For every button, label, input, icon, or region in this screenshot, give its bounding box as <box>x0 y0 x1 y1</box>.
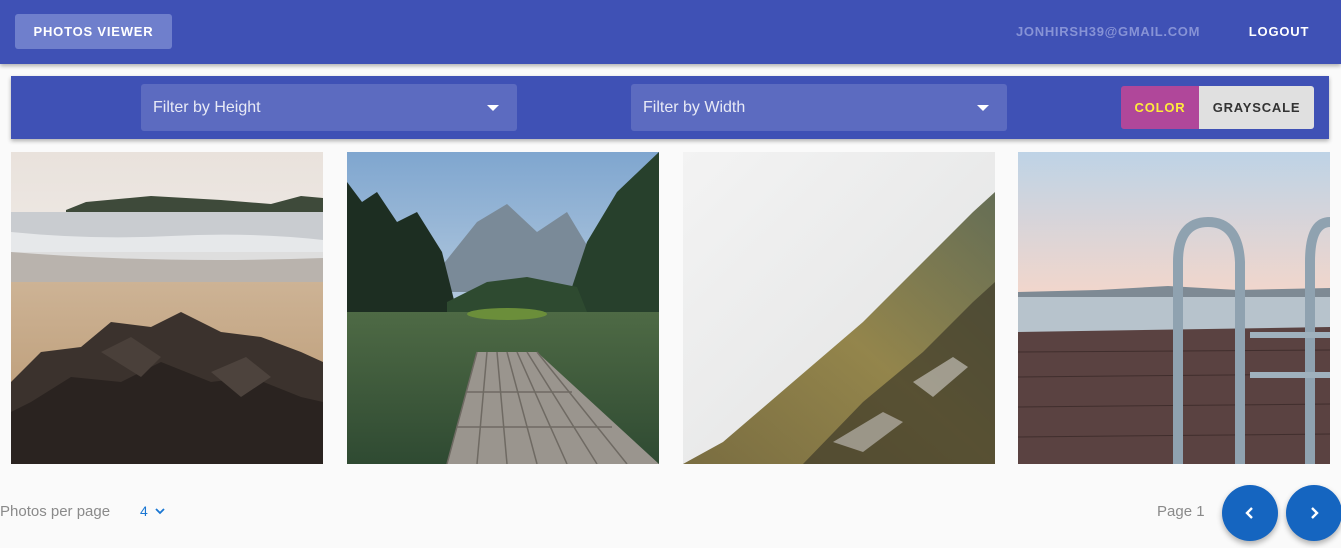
photos-viewer-button[interactable]: PHOTOS VIEWER <box>15 14 172 49</box>
chevron-left-icon <box>1245 507 1253 519</box>
foggy-forest-image <box>683 152 995 464</box>
photos-per-page-select[interactable]: 4 <box>140 503 166 519</box>
chevron-down-icon <box>155 508 165 515</box>
filter-width-placeholder: Filter by Width <box>643 98 746 116</box>
lake-dock-image <box>347 152 659 464</box>
photo-card[interactable] <box>347 152 659 464</box>
filter-bar: Filter by Height Filter by Width COLOR G… <box>11 76 1329 139</box>
pier-ladder-image <box>1018 152 1330 464</box>
photo-card[interactable] <box>11 152 323 464</box>
color-toggle-button[interactable]: COLOR <box>1121 86 1199 129</box>
photo-card[interactable] <box>683 152 995 464</box>
photos-per-page-value: 4 <box>140 503 148 519</box>
dropdown-caret-icon <box>977 105 989 111</box>
grayscale-toggle-button[interactable]: GRAYSCALE <box>1199 86 1314 129</box>
previous-page-button[interactable] <box>1222 485 1278 541</box>
page-indicator: Page 1 <box>1157 503 1205 520</box>
filter-width-select[interactable]: Filter by Width <box>631 84 1007 131</box>
photo-card[interactable] <box>1018 152 1330 464</box>
next-page-button[interactable] <box>1286 485 1341 541</box>
app-bar: PHOTOS VIEWER JONHIRSH39@GMAIL.COM LOGOU… <box>0 0 1341 64</box>
beach-rocks-image <box>11 152 323 464</box>
color-mode-toggle: COLOR GRAYSCALE <box>1121 86 1314 129</box>
photos-per-page-label: Photos per page <box>0 503 111 520</box>
filter-height-select[interactable]: Filter by Height <box>141 84 517 131</box>
logout-button[interactable]: LOGOUT <box>1238 14 1320 49</box>
filter-height-placeholder: Filter by Height <box>153 98 261 116</box>
dropdown-caret-icon <box>487 105 499 111</box>
user-email: JONHIRSH39@GMAIL.COM <box>1016 24 1201 39</box>
chevron-right-icon <box>1311 507 1319 519</box>
